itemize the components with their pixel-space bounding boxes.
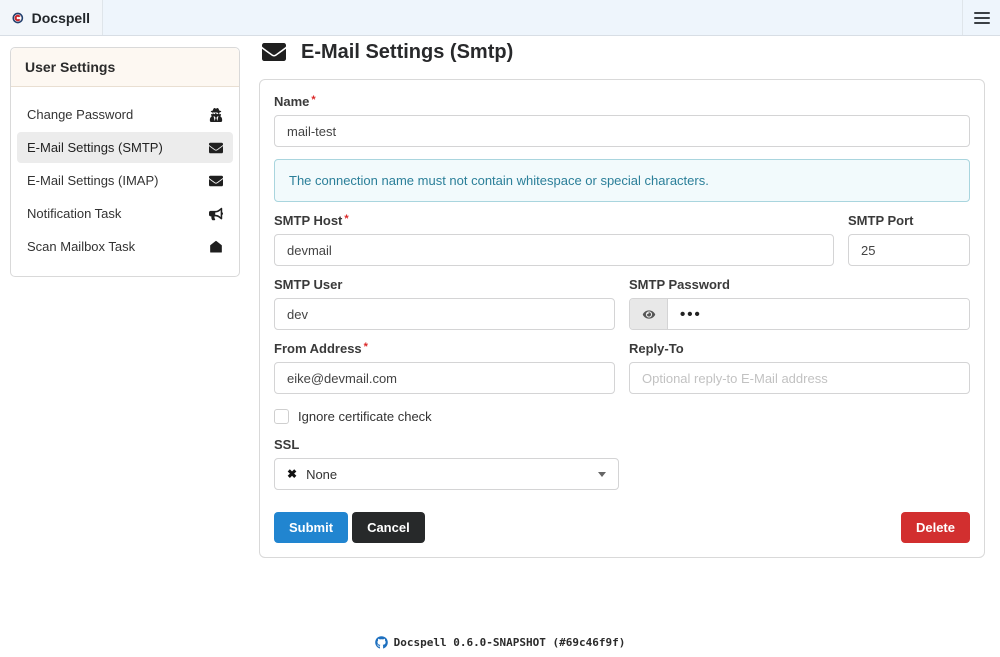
submit-button[interactable]: Submit xyxy=(274,512,348,543)
github-icon xyxy=(375,636,388,649)
version-text: Docspell 0.6.0-SNAPSHOT (#69c46f9f) xyxy=(394,636,626,649)
hamburger-menu-button[interactable] xyxy=(962,0,1000,35)
docspell-app: Docspell User Settings Change Password E… xyxy=(0,0,1000,657)
smtp-password-group xyxy=(629,298,970,330)
bullhorn-icon xyxy=(208,206,223,221)
hamburger-icon xyxy=(974,12,990,14)
smtp-password-field: SMTP Password xyxy=(629,277,970,330)
from-address-label: From Address* xyxy=(274,341,615,356)
smtp-password-label: SMTP Password xyxy=(629,277,970,292)
from-address-input[interactable] xyxy=(274,362,615,394)
sidebar-item-label: Notification Task xyxy=(27,206,121,221)
ignore-certificate-label: Ignore certificate check xyxy=(298,409,432,424)
from-address-field: From Address* xyxy=(274,341,615,394)
ssl-selected-value: None xyxy=(306,467,337,482)
main-content: E-Mail Settings (Smtp) Name* The connect… xyxy=(259,40,985,558)
smtp-user-input[interactable] xyxy=(274,298,615,330)
caret-down-icon xyxy=(598,472,606,477)
envelope-icon xyxy=(208,140,223,155)
ssl-label: SSL xyxy=(274,437,970,452)
cancel-button[interactable]: Cancel xyxy=(352,512,425,543)
app-footer: Docspell 0.6.0-SNAPSHOT (#69c46f9f) xyxy=(0,636,1000,649)
smtp-user-label: SMTP User xyxy=(274,277,615,292)
sidebar-title: User Settings xyxy=(11,48,239,87)
form-actions: Submit Cancel Delete xyxy=(274,512,970,543)
sidebar-menu: Change Password E-Mail Settings (SMTP) E… xyxy=(11,87,239,276)
ssl-select[interactable]: ✖ None xyxy=(274,458,619,490)
ignore-certificate-checkbox[interactable] xyxy=(274,409,289,424)
info-message: The connection name must not contain whi… xyxy=(274,159,970,202)
user-secret-icon xyxy=(208,107,223,122)
envelope-icon xyxy=(259,40,289,64)
envelope-icon xyxy=(208,173,223,188)
ignore-certificate-checkbox-row[interactable]: Ignore certificate check xyxy=(274,409,970,424)
times-icon[interactable]: ✖ xyxy=(287,467,297,481)
sidebar-item-label: E-Mail Settings (IMAP) xyxy=(27,173,158,188)
brand-home-link[interactable]: Docspell xyxy=(0,0,103,35)
required-mark: * xyxy=(364,341,368,353)
sidebar-item-email-settings-smtp[interactable]: E-Mail Settings (SMTP) xyxy=(17,132,233,163)
smtp-password-input[interactable] xyxy=(668,299,969,329)
topbar-spacer xyxy=(103,0,962,35)
sidebar-item-scan-mailbox-task[interactable]: Scan Mailbox Task xyxy=(17,231,233,262)
page-title: E-Mail Settings (Smtp) xyxy=(259,40,985,64)
name-label: Name* xyxy=(274,94,970,109)
docspell-logo-icon xyxy=(12,8,24,28)
reply-to-label: Reply-To xyxy=(629,341,970,356)
name-input[interactable] xyxy=(274,115,970,147)
sidebar-item-label: Change Password xyxy=(27,107,133,122)
sidebar-item-label: Scan Mailbox Task xyxy=(27,239,135,254)
smtp-host-field: SMTP Host* xyxy=(274,213,834,266)
brand-label: Docspell xyxy=(32,10,90,26)
reply-to-input[interactable] xyxy=(629,362,970,394)
smtp-settings-form: Name* The connection name must not conta… xyxy=(259,79,985,558)
delete-button[interactable]: Delete xyxy=(901,512,970,543)
ssl-field: SSL ✖ None xyxy=(274,437,970,490)
sidebar-item-label: E-Mail Settings (SMTP) xyxy=(27,140,163,155)
eye-icon xyxy=(642,309,656,320)
smtp-host-input[interactable] xyxy=(274,234,834,266)
sidebar-item-change-password[interactable]: Change Password xyxy=(17,99,233,130)
smtp-host-label: SMTP Host* xyxy=(274,213,834,228)
smtp-user-field: SMTP User xyxy=(274,277,615,330)
page-title-text: E-Mail Settings (Smtp) xyxy=(301,41,513,64)
smtp-port-label: SMTP Port xyxy=(848,213,970,228)
toggle-password-visibility-button[interactable] xyxy=(630,299,668,329)
smtp-port-field: SMTP Port xyxy=(848,213,970,266)
required-mark: * xyxy=(311,94,315,106)
envelope-open-icon xyxy=(208,239,223,254)
top-bar: Docspell xyxy=(0,0,1000,36)
user-settings-sidebar: User Settings Change Password E-Mail Set… xyxy=(10,47,240,277)
smtp-port-input[interactable] xyxy=(848,234,970,266)
reply-to-field: Reply-To xyxy=(629,341,970,394)
sidebar-item-email-settings-imap[interactable]: E-Mail Settings (IMAP) xyxy=(17,165,233,196)
sidebar-item-notification-task[interactable]: Notification Task xyxy=(17,198,233,229)
required-mark: * xyxy=(344,213,348,225)
